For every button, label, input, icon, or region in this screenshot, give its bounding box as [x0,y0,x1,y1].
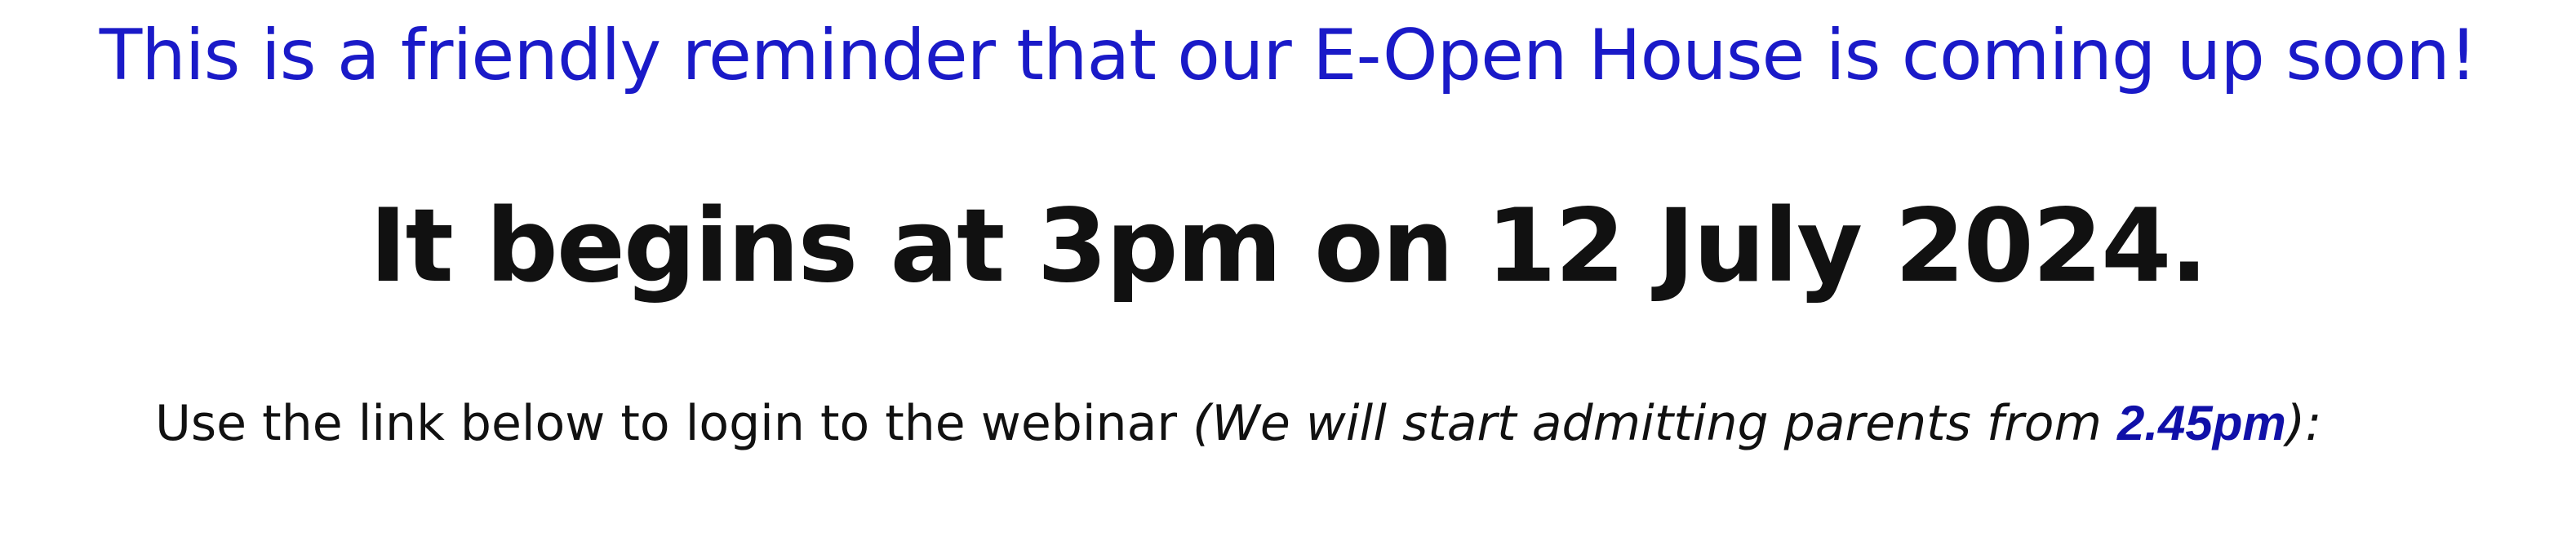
event-start-heading: It begins at 3pm on 12 July 2024. [369,188,2208,305]
webinar-instruction: Use the link below to login to the webin… [155,387,2321,460]
reminder-heading: This is a friendly reminder that our E-O… [99,15,2477,96]
document-page: This is a friendly reminder that our E-O… [0,0,2576,559]
instruction-lead: Use the link below to login to the webin… [155,395,1193,452]
instruction-paren-close: ): [2285,395,2322,452]
instruction-paren-open: (We will start admitting parents from [1193,395,2117,452]
admission-time: 2.45pm [2117,396,2286,450]
